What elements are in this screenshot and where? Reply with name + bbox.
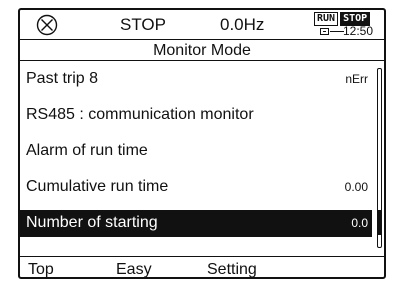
clock: 12:50 [320,24,384,38]
page-title: Monitor Mode [153,42,251,59]
softkey-bar: Top Easy Setting [20,256,384,279]
list-item[interactable]: RS485 : communication monitor [20,102,372,129]
clock-divider [330,31,344,32]
clock-time: 12:50 [343,24,374,38]
list-item-label: Cumulative run time [26,178,169,195]
scrollbar[interactable] [377,68,382,248]
list-item[interactable]: Past trip 8 nErr [20,66,372,93]
list-item-label: RS485 : communication monitor [26,106,254,123]
list-item-label: Number of starting [26,214,158,231]
list-item[interactable]: Alarm of run time [20,138,372,165]
list-item-value: 0.0 [351,216,368,230]
monitor-list: Past trip 8 nErr RS485 : communication mon… [20,68,384,262]
output-frequency: 0.0Hz [220,15,265,34]
list-item-value: 0.00 [344,180,368,194]
softkey-setting[interactable]: Setting [207,260,257,279]
list-item-label: Past trip 8 [26,70,99,87]
battery-icon [320,28,329,35]
scroll-thumb[interactable] [378,210,381,235]
run-indicator: RUN [314,12,339,26]
mode-title-bar: Monitor Mode [20,39,384,61]
softkey-top[interactable]: Top [28,260,54,279]
circle-x-icon [36,14,58,36]
list-item-label: Alarm of run time [26,142,148,159]
run-state: STOP [120,15,166,34]
list-item[interactable]: Cumulative run time 0.00 [20,174,372,201]
softkey-easy[interactable]: Easy [116,260,152,279]
list-item-selected[interactable]: Number of starting 0.0 [20,210,372,237]
display-frame: STOP 0.0Hz RUN STOP 12:50 Monitor Mode P… [18,8,386,279]
header: STOP 0.0Hz RUN STOP 12:50 Monitor Mode [20,10,384,62]
list-item-value: nErr [345,72,368,86]
